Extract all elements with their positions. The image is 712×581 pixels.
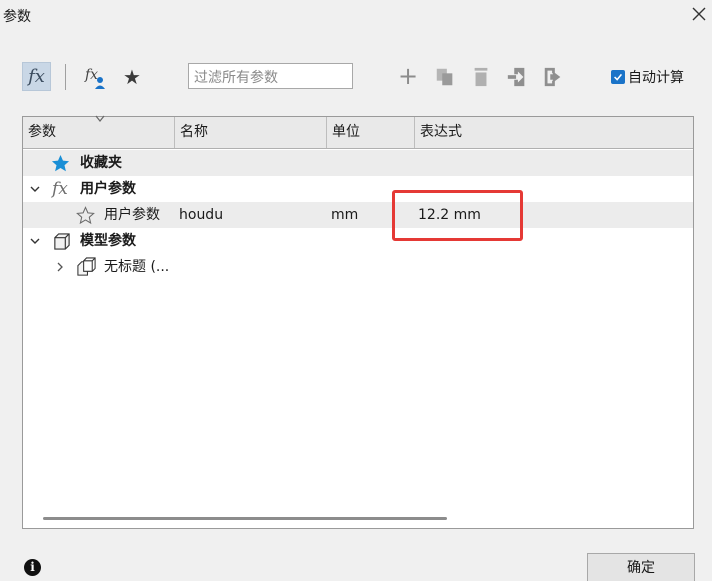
dialog-title: 参数	[3, 9, 31, 25]
sort-chevron-icon	[95, 115, 105, 122]
favorites-star-icon[interactable]: ★	[119, 63, 145, 91]
auto-compute-toggle[interactable]: 自动计算	[611, 67, 684, 87]
column-header-expression[interactable]: 表达式	[415, 117, 693, 148]
toolbar: fx fx ★ 过滤所有参数 + 自动计算	[0, 60, 712, 92]
table-header: 参数 名称 单位 表达式	[23, 115, 693, 149]
star-outline-icon[interactable]	[76, 206, 95, 225]
fx-user-icon: fx	[84, 67, 105, 89]
table-row-houdu[interactable]: 用户参数 houdu mm 12.2 mm	[23, 202, 693, 228]
table-row-untitled[interactable]: 无标题 (...	[23, 254, 693, 280]
add-user-parameter-button[interactable]: fx	[82, 63, 110, 91]
table-row-user-parameters[interactable]: fx 用户参数	[23, 176, 693, 202]
parameters-table: 参数 名称 单位 表达式 收藏夹 fx 用户参数 用户参数 houdu mm 1…	[22, 115, 694, 529]
parameters-dialog: 参数 fx fx ★ 过滤所有参数 + 自动计算 参数 名称 单位 表达式 收藏…	[0, 0, 712, 581]
row-parameter-label: 用户参数	[104, 207, 160, 223]
row-parameter-label: 模型参数	[80, 233, 136, 249]
copy-icon[interactable]	[433, 65, 457, 89]
info-icon[interactable]: i	[24, 559, 41, 576]
close-icon[interactable]	[690, 5, 708, 23]
column-header-parameter[interactable]: 参数	[23, 115, 175, 148]
star-filled-icon	[51, 154, 70, 172]
fx-button[interactable]: fx	[22, 62, 51, 91]
component-icon	[77, 257, 96, 276]
filter-input[interactable]: 过滤所有参数	[188, 63, 353, 89]
horizontal-scrollbar[interactable]	[43, 517, 447, 520]
row-name-value[interactable]: houdu	[179, 202, 223, 228]
fx-icon: fx	[52, 179, 68, 199]
delete-icon[interactable]	[470, 65, 492, 89]
svg-text:fx: fx	[84, 67, 98, 83]
add-icon[interactable]: +	[396, 62, 420, 90]
checkbox-checked-icon[interactable]	[611, 70, 625, 84]
column-header-unit[interactable]: 单位	[327, 117, 415, 148]
table-row-model-parameters[interactable]: 模型参数	[23, 228, 693, 254]
auto-compute-label: 自动计算	[628, 70, 684, 86]
highlight-annotation-box	[392, 190, 523, 241]
chevron-down-icon[interactable]	[29, 235, 41, 247]
ok-button[interactable]: 确定	[587, 553, 695, 581]
column-header-name[interactable]: 名称	[175, 117, 327, 148]
table-row-favorites[interactable]: 收藏夹	[23, 150, 693, 176]
row-unit-value[interactable]: mm	[331, 202, 358, 228]
row-parameter-label: 用户参数	[80, 181, 136, 197]
toolbar-divider	[65, 64, 66, 90]
chevron-right-icon[interactable]	[54, 261, 66, 273]
row-parameter-label: 无标题 (...	[104, 259, 170, 275]
fx-icon: fx	[28, 66, 45, 87]
export-icon[interactable]	[541, 65, 565, 89]
row-parameter-label: 收藏夹	[80, 155, 122, 171]
cube-icon	[54, 233, 70, 250]
chevron-down-icon[interactable]	[29, 183, 41, 195]
import-icon[interactable]	[505, 65, 529, 89]
